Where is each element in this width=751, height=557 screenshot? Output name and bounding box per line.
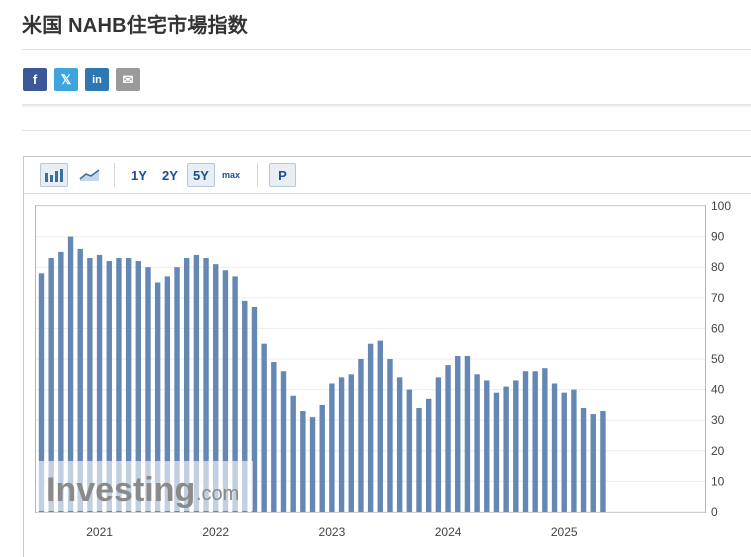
bar-2024-11[interactable]: [493, 392, 500, 512]
bar-2023-04[interactable]: [309, 417, 316, 512]
bar-2023-01[interactable]: [280, 371, 287, 512]
y-tick-label: 50: [711, 352, 725, 366]
y-tick-label: 80: [711, 260, 725, 274]
bar-chart: 0102030405060708090100 2021 2022 2023 2024 2…: [35, 199, 731, 539]
investing-watermark: Investing .com: [37, 461, 253, 511]
y-tick-label: 100: [711, 199, 731, 213]
bar-2024-07[interactable]: [455, 355, 461, 512]
bar-2024-06[interactable]: [445, 365, 451, 512]
bar-2024-12[interactable]: [503, 386, 509, 512]
x-tick-label: 2024: [435, 525, 462, 539]
bar-2023-03[interactable]: [300, 411, 306, 512]
bar-2024-03[interactable]: [416, 407, 422, 512]
watermark-brand: Investing: [46, 471, 195, 509]
bar-2023-11[interactable]: [377, 340, 383, 512]
bar-2024-04[interactable]: [426, 398, 432, 512]
bar-2024-10[interactable]: [484, 380, 490, 512]
bar-2024-09[interactable]: [474, 374, 480, 512]
y-tick-label: 30: [711, 413, 725, 427]
y-tick-label: 40: [711, 383, 725, 397]
bar-2023-09[interactable]: [358, 359, 364, 512]
x-tick-label: 2021: [86, 525, 113, 539]
y-axis-labels: 0 10 20 30 40 50 60 70 80 90 100: [711, 199, 731, 519]
watermark-suffix: .com: [196, 483, 239, 505]
y-tick-label: 10: [711, 474, 725, 488]
bar-2025-01[interactable]: [513, 380, 519, 512]
bar-2025-05[interactable]: [551, 383, 558, 512]
x-tick-label: 2025: [551, 525, 578, 539]
bar-2023-02[interactable]: [290, 395, 296, 512]
bar-2024-08[interactable]: [464, 355, 471, 512]
bar-2023-05[interactable]: [319, 404, 325, 512]
x-axis-labels: 2021 2022 2023 2024 2025: [86, 525, 578, 539]
bar-2025-06[interactable]: [561, 392, 567, 512]
bar-2024-05[interactable]: [435, 377, 442, 512]
bar-2024-02[interactable]: [406, 389, 413, 512]
bar-2022-11[interactable]: [261, 343, 267, 512]
y-tick-label: 60: [711, 321, 725, 335]
bar-2023-06[interactable]: [329, 383, 335, 512]
x-tick-label: 2022: [202, 525, 229, 539]
bar-2023-07[interactable]: [338, 377, 345, 512]
bar-2025-09[interactable]: [590, 414, 596, 512]
bar-2022-12[interactable]: [271, 362, 277, 512]
bar-2024-01[interactable]: [396, 377, 403, 512]
y-tick-label: 90: [711, 230, 725, 244]
bar-2025-07[interactable]: [571, 389, 577, 512]
y-tick-label: 70: [711, 291, 725, 305]
bar-2023-08[interactable]: [348, 374, 354, 512]
y-tick-label: 20: [711, 444, 725, 458]
bar-2025-08[interactable]: [580, 407, 587, 512]
bar-2025-04[interactable]: [542, 368, 548, 512]
y-tick-label: 0: [711, 505, 718, 519]
bar-2025-10[interactable]: [600, 411, 606, 512]
bar-2025-03[interactable]: [532, 371, 538, 512]
bar-2023-10[interactable]: [367, 343, 374, 512]
bar-2023-12[interactable]: [387, 359, 393, 512]
x-tick-label: 2023: [319, 525, 346, 539]
bar-2025-02[interactable]: [522, 371, 529, 512]
